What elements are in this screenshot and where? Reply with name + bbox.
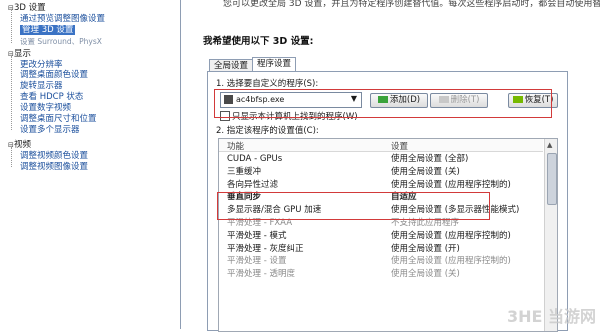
tree-label: 调整桌面颜色设置	[20, 70, 89, 80]
list-header: 功能 设置	[219, 139, 543, 152]
tree-line	[11, 10, 12, 43]
tree-label: 旋转显示器	[20, 81, 63, 91]
setting-cell: 使用全局设置 (全部)	[391, 154, 469, 164]
settings-row[interactable]: 平滑处理 - 灰度纠正 使用全局设置 (开)	[219, 243, 543, 255]
tree-item[interactable]: 查看 HDCP 状态	[20, 92, 83, 102]
tree-item[interactable]: 旋转显示器	[20, 81, 63, 91]
setting-cell: 使用全局设置 (关)	[391, 166, 460, 177]
tree-line	[11, 56, 12, 130]
tree-label: 3D 设置	[14, 3, 46, 13]
main-content: 您可以更改全局 3D 设置，并且为特定程序创建替代值。每次这些程序启动时，都会自…	[181, 0, 600, 332]
settings-row[interactable]: 各向异性过滤 使用全局设置 (应用程序控制的)	[219, 179, 543, 191]
column-feature: 功能	[227, 142, 245, 152]
settings-row[interactable]: 平滑处理 - 设置 使用全局设置 (应用程序控制的)	[219, 255, 543, 267]
tree-item[interactable]: 设置数字视频	[20, 103, 71, 113]
tree-label: 设置数字视频	[20, 103, 72, 113]
tree-label: 管理 3D 设置	[22, 25, 74, 35]
setting-cell: 使用全局设置 (关)	[391, 269, 460, 280]
tree-item[interactable]: 调整桌面尺寸和位置	[20, 114, 97, 124]
setting-cell: 使用全局设置 (开)	[391, 243, 460, 254]
step2-label: 2. 指定该程序的设置值(C):	[216, 126, 319, 136]
tree-item[interactable]: 调整视频图像设置	[20, 162, 88, 172]
tree-item[interactable]: 管理 3D 设置	[20, 25, 76, 35]
tree-label: 调整视频图像设置	[20, 162, 89, 172]
tree-category[interactable]: ⊟视频	[8, 140, 31, 150]
tab-program-settings[interactable]: 程序设置	[252, 57, 297, 72]
tree-line	[11, 147, 12, 167]
feature-cell: 平滑处理 - 透明度	[227, 269, 295, 280]
settings-tree: ⊟3D 设置 通过预览调整图像设置 管理 3D 设置设置 Surround、Phys…	[0, 0, 181, 329]
tree-label: 视频	[14, 140, 32, 150]
feature-cell: 平滑处理 - 设置	[227, 256, 287, 267]
watermark-logo: 3HE 当游网	[506, 307, 596, 326]
tree-item[interactable]: 调整桌面颜色设置	[20, 70, 88, 80]
section-heading: 我希望使用以下 3D 设置:	[203, 36, 314, 47]
setting-cell: 使用全局设置 (应用程序控制的)	[391, 179, 511, 190]
program-settings-panel: 1. 选择要自定义的程序(S): ac4bfsp.exe ▼ 添加(D) 删除(…	[207, 71, 568, 332]
scroll-thumb[interactable]	[547, 153, 557, 205]
tree-label: 查看 HDCP 状态	[20, 92, 84, 102]
tree-item[interactable]: 设置 Surround、PhysX	[20, 37, 102, 47]
highlight-vsync-box	[217, 192, 490, 220]
tree-label: 调整桌面尺寸和位置	[20, 114, 97, 124]
feature-cell: 各向异性过滤	[227, 179, 279, 190]
tree-category[interactable]: ⊟显示	[8, 49, 31, 59]
tree-item[interactable]: 调整视频颜色设置	[20, 151, 88, 161]
tree-item[interactable]: 设置多个显示器	[20, 125, 80, 135]
tree-label: 更改分辨率	[20, 60, 63, 70]
settings-row[interactable]: CUDA - GPUs 使用全局设置 (全部)	[219, 153, 543, 165]
description-text: 您可以更改全局 3D 设置，并且为特定程序创建替代值。每次这些程序启动时，都会自…	[223, 0, 600, 9]
feature-cell: 平滑处理 - 模式	[227, 230, 287, 241]
column-setting: 设置	[391, 142, 409, 152]
setting-cell: 使用全局设置 (应用程序控制的)	[391, 256, 511, 267]
step1-label: 1. 选择要自定义的程序(S):	[216, 79, 319, 89]
tree-label: 设置多个显示器	[20, 125, 80, 135]
settings-row[interactable]: 三重缓冲 使用全局设置 (关)	[219, 166, 543, 178]
setting-cell: 使用全局设置 (应用程序控制的)	[391, 230, 511, 241]
scroll-up-icon[interactable]: ▲	[547, 141, 552, 149]
feature-cell: 三重缓冲	[227, 166, 262, 177]
settings-row[interactable]: 平滑处理 - 模式 使用全局设置 (应用程序控制的)	[219, 230, 543, 242]
settings-row[interactable]: 平滑处理 - 透明度 使用全局设置 (关)	[219, 268, 543, 280]
feature-cell: 平滑处理 - 灰度纠正	[227, 243, 304, 254]
tree-item[interactable]: 通过预览调整图像设置	[20, 14, 105, 24]
tree-label: 设置 Surround、PhysX	[20, 37, 102, 46]
tree-label: 通过预览调整图像设置	[20, 14, 106, 24]
highlight-program-box	[214, 89, 552, 118]
tree-label: 调整视频颜色设置	[20, 151, 89, 161]
tree-item[interactable]: 更改分辨率	[20, 60, 63, 70]
tree-label: 显示	[14, 49, 32, 59]
tree-category[interactable]: ⊟3D 设置	[8, 3, 46, 13]
feature-cell: CUDA - GPUs	[227, 154, 283, 164]
